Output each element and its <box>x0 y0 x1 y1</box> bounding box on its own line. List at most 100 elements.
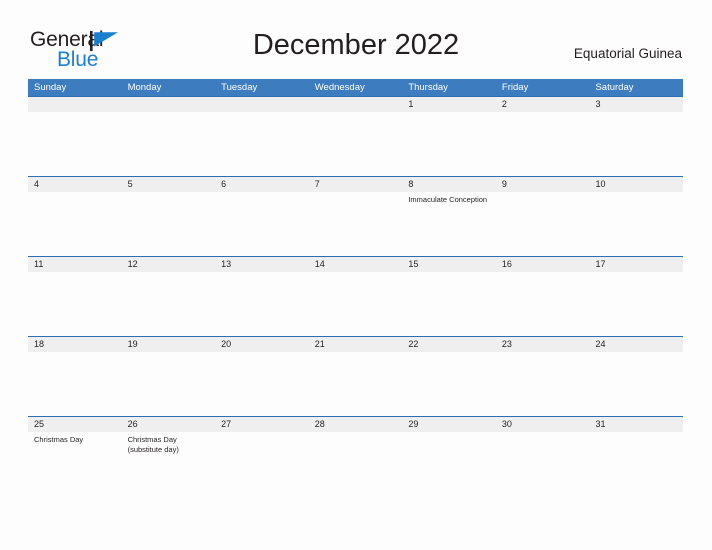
day-number[interactable] <box>309 97 403 112</box>
calendar-week-row: 25 26 27 28 29 30 31 Christmas Day Chris… <box>28 416 683 496</box>
day-cell[interactable] <box>589 192 683 256</box>
weekday-wednesday: Wednesday <box>314 82 365 93</box>
day-cell[interactable] <box>215 112 309 176</box>
weekday-header-row: Sunday Monday Tuesday Wednesday Thursday… <box>28 79 683 96</box>
day-cell[interactable] <box>402 352 496 416</box>
day-cell[interactable] <box>589 112 683 176</box>
week-body <box>28 352 683 416</box>
day-cell[interactable] <box>496 272 590 336</box>
day-cell[interactable] <box>28 352 122 416</box>
week-date-bar: 25 26 27 28 29 30 31 <box>28 416 683 432</box>
day-number[interactable]: 17 <box>589 257 683 272</box>
weekday-thursday: Thursday <box>408 82 448 93</box>
day-cell[interactable] <box>496 192 590 256</box>
day-cell[interactable] <box>496 432 590 496</box>
day-cell[interactable] <box>122 112 216 176</box>
day-cell[interactable] <box>28 112 122 176</box>
week-body <box>28 272 683 336</box>
day-cell[interactable] <box>589 272 683 336</box>
day-number[interactable]: 13 <box>215 257 309 272</box>
day-number[interactable]: 3 <box>589 97 683 112</box>
day-number[interactable]: 21 <box>309 337 403 352</box>
day-number[interactable] <box>215 97 309 112</box>
day-number[interactable] <box>28 97 122 112</box>
day-number[interactable]: 6 <box>215 177 309 192</box>
day-number[interactable]: 15 <box>402 257 496 272</box>
day-number[interactable]: 7 <box>309 177 403 192</box>
week-body <box>28 112 683 176</box>
day-number[interactable]: 4 <box>28 177 122 192</box>
week-date-bar: 4 5 6 7 8 9 10 <box>28 176 683 192</box>
day-number[interactable]: 12 <box>122 257 216 272</box>
day-number[interactable]: 28 <box>309 417 403 432</box>
day-event: Immaculate Conception <box>408 195 488 204</box>
day-number[interactable]: 8 <box>402 177 496 192</box>
day-cell[interactable] <box>589 432 683 496</box>
day-cell[interactable] <box>28 272 122 336</box>
day-cell-holiday[interactable]: Christmas Day (substitute day) <box>122 432 216 496</box>
day-cell[interactable] <box>215 272 309 336</box>
week-body: Christmas Day Christmas Day (substitute … <box>28 432 683 496</box>
day-number[interactable]: 2 <box>496 97 590 112</box>
day-cell[interactable] <box>122 192 216 256</box>
week-date-bar: 11 12 13 14 15 16 17 <box>28 256 683 272</box>
day-number[interactable]: 10 <box>589 177 683 192</box>
day-cell[interactable] <box>589 352 683 416</box>
week-date-bar: 1 2 3 <box>28 96 683 112</box>
day-event: Christmas Day (substitute day) <box>127 435 179 454</box>
week-body: Immaculate Conception <box>28 192 683 256</box>
weekday-monday: Monday <box>127 82 162 93</box>
day-number[interactable]: 18 <box>28 337 122 352</box>
day-number[interactable]: 22 <box>402 337 496 352</box>
day-number[interactable]: 25 <box>28 417 122 432</box>
day-number[interactable]: 9 <box>496 177 590 192</box>
day-cell[interactable] <box>122 272 216 336</box>
day-cell[interactable] <box>496 352 590 416</box>
day-number[interactable]: 1 <box>402 97 496 112</box>
day-cell[interactable] <box>122 352 216 416</box>
day-number[interactable]: 27 <box>215 417 309 432</box>
day-cell[interactable] <box>215 192 309 256</box>
day-number[interactable]: 26 <box>122 417 216 432</box>
calendar-week-row: 1 2 3 <box>28 96 683 176</box>
day-cell[interactable] <box>496 112 590 176</box>
day-event: Christmas Day <box>34 435 84 444</box>
day-cell[interactable] <box>402 432 496 496</box>
week-date-bar: 18 19 20 21 22 23 24 <box>28 336 683 352</box>
weekday-friday: Friday <box>501 82 529 93</box>
day-number[interactable] <box>122 97 216 112</box>
day-cell[interactable] <box>309 112 403 176</box>
day-number[interactable]: 16 <box>496 257 590 272</box>
day-cell[interactable] <box>309 192 403 256</box>
weekday-saturday: Saturday <box>595 82 634 93</box>
day-cell[interactable] <box>309 272 403 336</box>
day-cell-holiday[interactable]: Immaculate Conception <box>402 192 496 256</box>
day-cell[interactable] <box>28 192 122 256</box>
day-number[interactable]: 30 <box>496 417 590 432</box>
day-cell[interactable] <box>402 272 496 336</box>
day-cell[interactable] <box>215 432 309 496</box>
day-cell[interactable] <box>402 112 496 176</box>
day-number[interactable]: 31 <box>589 417 683 432</box>
day-number[interactable]: 23 <box>496 337 590 352</box>
day-cell[interactable] <box>309 352 403 416</box>
day-number[interactable]: 24 <box>589 337 683 352</box>
day-number[interactable]: 5 <box>122 177 216 192</box>
country-label: Equatorial Guinea <box>573 46 682 61</box>
day-cell[interactable] <box>215 352 309 416</box>
day-number[interactable]: 14 <box>309 257 403 272</box>
weekday-sunday: Sunday <box>34 82 67 93</box>
day-number[interactable]: 20 <box>215 337 309 352</box>
day-number[interactable]: 19 <box>122 337 216 352</box>
calendar-week-row: 11 12 13 14 15 16 17 <box>28 256 683 336</box>
calendar-week-row: 4 5 6 7 8 9 10 Immaculate Conception <box>28 176 683 256</box>
day-cell-holiday[interactable]: Christmas Day <box>28 432 122 496</box>
day-cell[interactable] <box>309 432 403 496</box>
page-header: General Blue December 2022 Equatorial Gu… <box>0 0 712 78</box>
day-number[interactable]: 29 <box>402 417 496 432</box>
calendar-grid: Sunday Monday Tuesday Wednesday Thursday… <box>28 79 683 496</box>
calendar-page: General Blue December 2022 Equatorial Gu… <box>0 0 712 550</box>
calendar-week-row: 18 19 20 21 22 23 24 <box>28 336 683 416</box>
day-number[interactable]: 11 <box>28 257 122 272</box>
weekday-tuesday: Tuesday <box>221 82 258 93</box>
